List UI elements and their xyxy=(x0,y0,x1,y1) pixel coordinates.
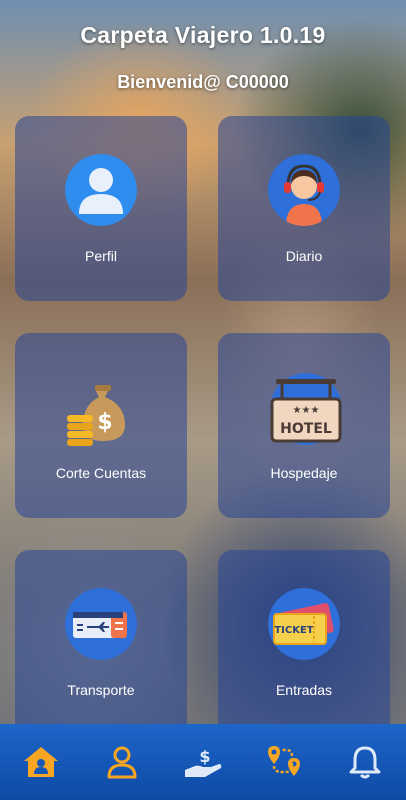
nav-route[interactable] xyxy=(254,732,314,792)
menu-card-entradas[interactable]: TICKET Entradas xyxy=(218,550,390,735)
menu-card-label: Entradas xyxy=(275,682,333,698)
menu-card-perfil[interactable]: Perfil xyxy=(15,116,187,301)
nav-profile[interactable] xyxy=(92,732,152,792)
svg-text:TICKET: TICKET xyxy=(274,625,313,636)
menu-card-hospedaje[interactable]: ★★★ HOTEL Hospedaje xyxy=(218,333,390,518)
svg-text:HOTEL: HOTEL xyxy=(280,421,332,437)
nav-home[interactable] xyxy=(11,732,71,792)
svg-text:$: $ xyxy=(97,410,112,435)
menu-card-transporte[interactable]: Transporte xyxy=(15,550,187,735)
menu-card-label: Corte Cuentas xyxy=(55,465,147,481)
money-bag-coins-icon: $ xyxy=(65,371,137,446)
menu-card-label: Hospedaje xyxy=(270,465,338,481)
nav-notifications[interactable] xyxy=(335,732,395,792)
menu-card-label: Diario xyxy=(285,248,323,264)
menu-card-label: Transporte xyxy=(67,682,135,698)
support-agent-icon xyxy=(268,154,340,226)
menu-card-label: Perfil xyxy=(85,248,117,264)
welcome-message: Bienvenid@ C00000 xyxy=(117,72,289,92)
plane-ticket-icon xyxy=(65,588,137,660)
svg-text:★★★: ★★★ xyxy=(293,405,320,416)
hand-money-icon: $ xyxy=(184,747,222,777)
app-title: Carpeta Viajero 1.0.19 xyxy=(80,22,326,48)
route-icon xyxy=(268,746,301,776)
home-icon xyxy=(23,747,58,777)
user-icon xyxy=(65,154,137,226)
svg-text:$: $ xyxy=(199,747,210,766)
hotel-sign-icon: ★★★ HOTEL xyxy=(268,371,342,445)
event-ticket-icon: TICKET xyxy=(268,588,340,660)
person-icon xyxy=(107,746,137,779)
menu-card-diario[interactable]: Diario xyxy=(218,116,390,301)
nav-payments[interactable]: $ xyxy=(173,732,233,792)
bottom-navigation: $ xyxy=(0,724,406,800)
menu-card-corte-cuentas[interactable]: $ Corte Cuentas xyxy=(15,333,187,518)
bell-icon xyxy=(349,746,381,779)
